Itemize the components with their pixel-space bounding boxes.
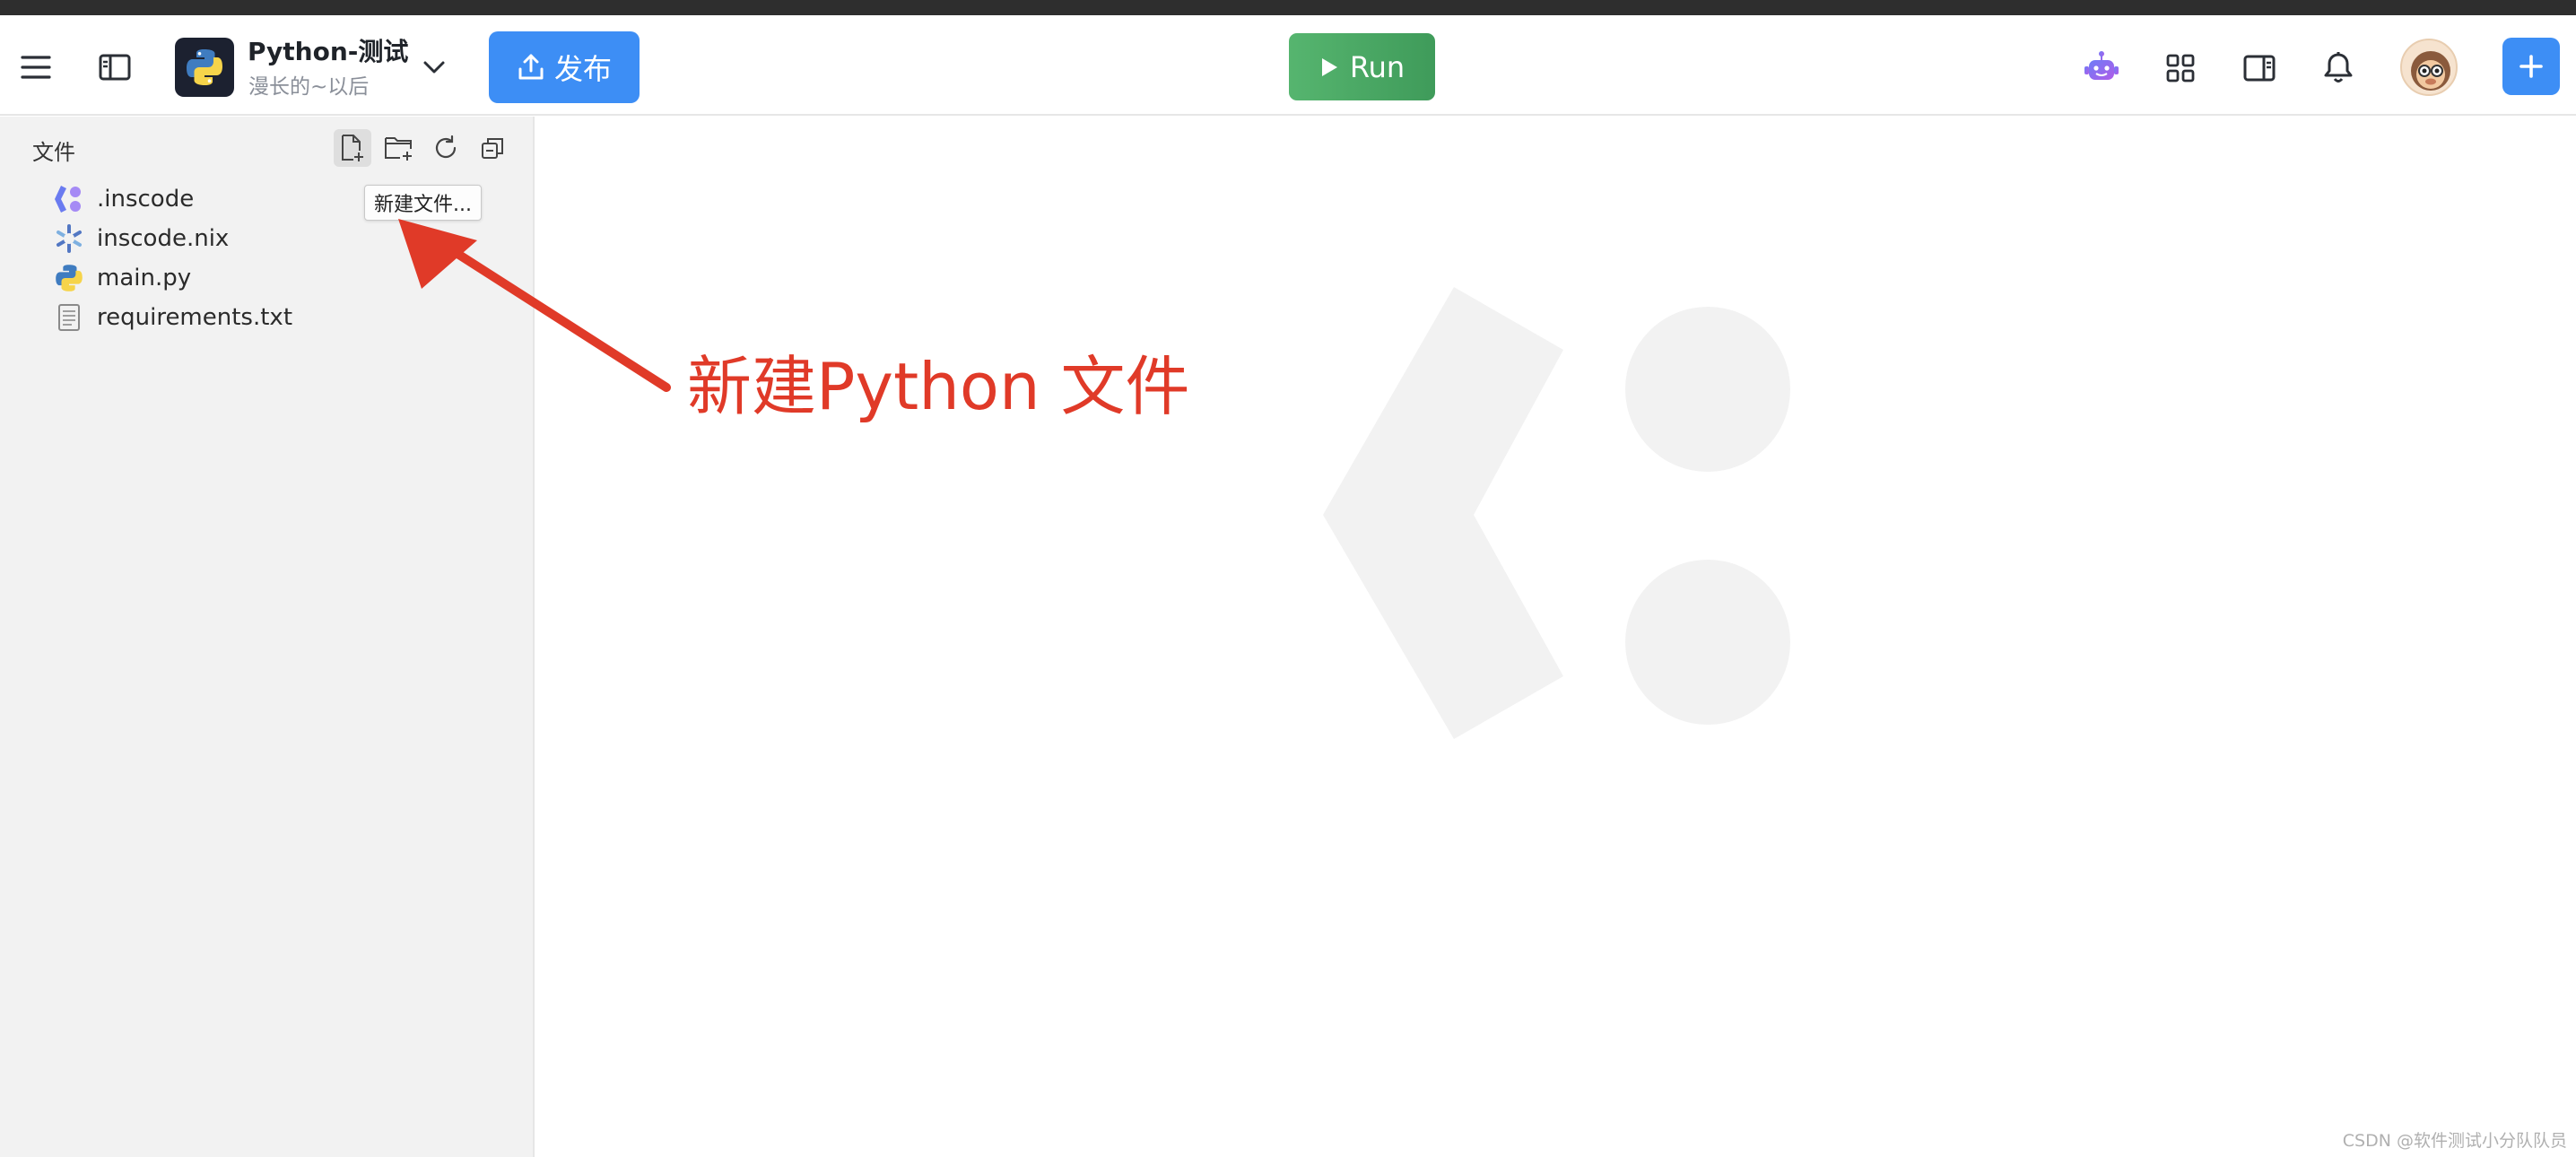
- user-avatar[interactable]: [2400, 39, 2458, 96]
- sidebar-toggle-icon[interactable]: [95, 48, 135, 87]
- file-item-inscode-nix[interactable]: inscode.nix: [54, 221, 229, 257]
- file-item-requirements-txt[interactable]: requirements.txt: [54, 300, 292, 335]
- file-name: requirements.txt: [97, 304, 293, 331]
- refresh-button[interactable]: [427, 129, 465, 167]
- file-name: inscode.nix: [97, 225, 230, 252]
- collapse-all-icon: [482, 138, 503, 159]
- annotation-text: 新建Python 文件: [687, 349, 1190, 424]
- collapse-all-button[interactable]: [474, 129, 511, 167]
- new-file-icon: [342, 135, 363, 161]
- upload-icon: [518, 54, 544, 80]
- file-name: .inscode: [97, 186, 195, 213]
- file-item-main-py[interactable]: main.py: [54, 260, 191, 296]
- new-file-button[interactable]: [334, 129, 371, 167]
- add-button[interactable]: [2502, 38, 2560, 95]
- run-button[interactable]: Run: [1289, 33, 1435, 100]
- inscode-icon: [55, 186, 81, 213]
- new-folder-icon: [385, 137, 412, 161]
- bell-icon[interactable]: [2318, 48, 2359, 89]
- run-label: Run: [1349, 49, 1405, 84]
- annotation-arrow: [398, 219, 671, 392]
- text-file-icon: [58, 304, 80, 331]
- chevron-down-icon[interactable]: [418, 51, 450, 83]
- top-toolbar: Python-测试 漫长的~以后 发布 Run: [0, 15, 2576, 116]
- apps-grid-icon[interactable]: [2160, 48, 2201, 89]
- file-name: main.py: [97, 265, 192, 291]
- explorer-title: 文件: [32, 140, 75, 165]
- file-item-inscode[interactable]: .inscode: [54, 181, 194, 217]
- window-top-strip: [0, 0, 2576, 15]
- ai-assistant-robot-icon[interactable]: [2081, 48, 2122, 89]
- python-file-icon: [56, 265, 83, 291]
- refresh-icon: [435, 135, 457, 159]
- play-icon: [1321, 57, 1337, 76]
- project-title[interactable]: Python-测试: [248, 32, 408, 68]
- csdn-watermark: CSDN @软件测试小分队队员: [2342, 1131, 2567, 1151]
- project-subtitle: 漫长的~以后: [248, 75, 370, 99]
- menu-icon[interactable]: [16, 48, 56, 87]
- publish-button[interactable]: 发布: [489, 31, 640, 103]
- inscode-watermark-logo: [1323, 287, 1790, 739]
- publish-label: 发布: [553, 52, 612, 86]
- project-python-logo[interactable]: [175, 38, 234, 97]
- new-folder-button[interactable]: [380, 129, 418, 167]
- nix-icon: [57, 224, 82, 253]
- plus-icon: [2519, 55, 2543, 78]
- right-panel-toggle-icon[interactable]: [2239, 48, 2280, 89]
